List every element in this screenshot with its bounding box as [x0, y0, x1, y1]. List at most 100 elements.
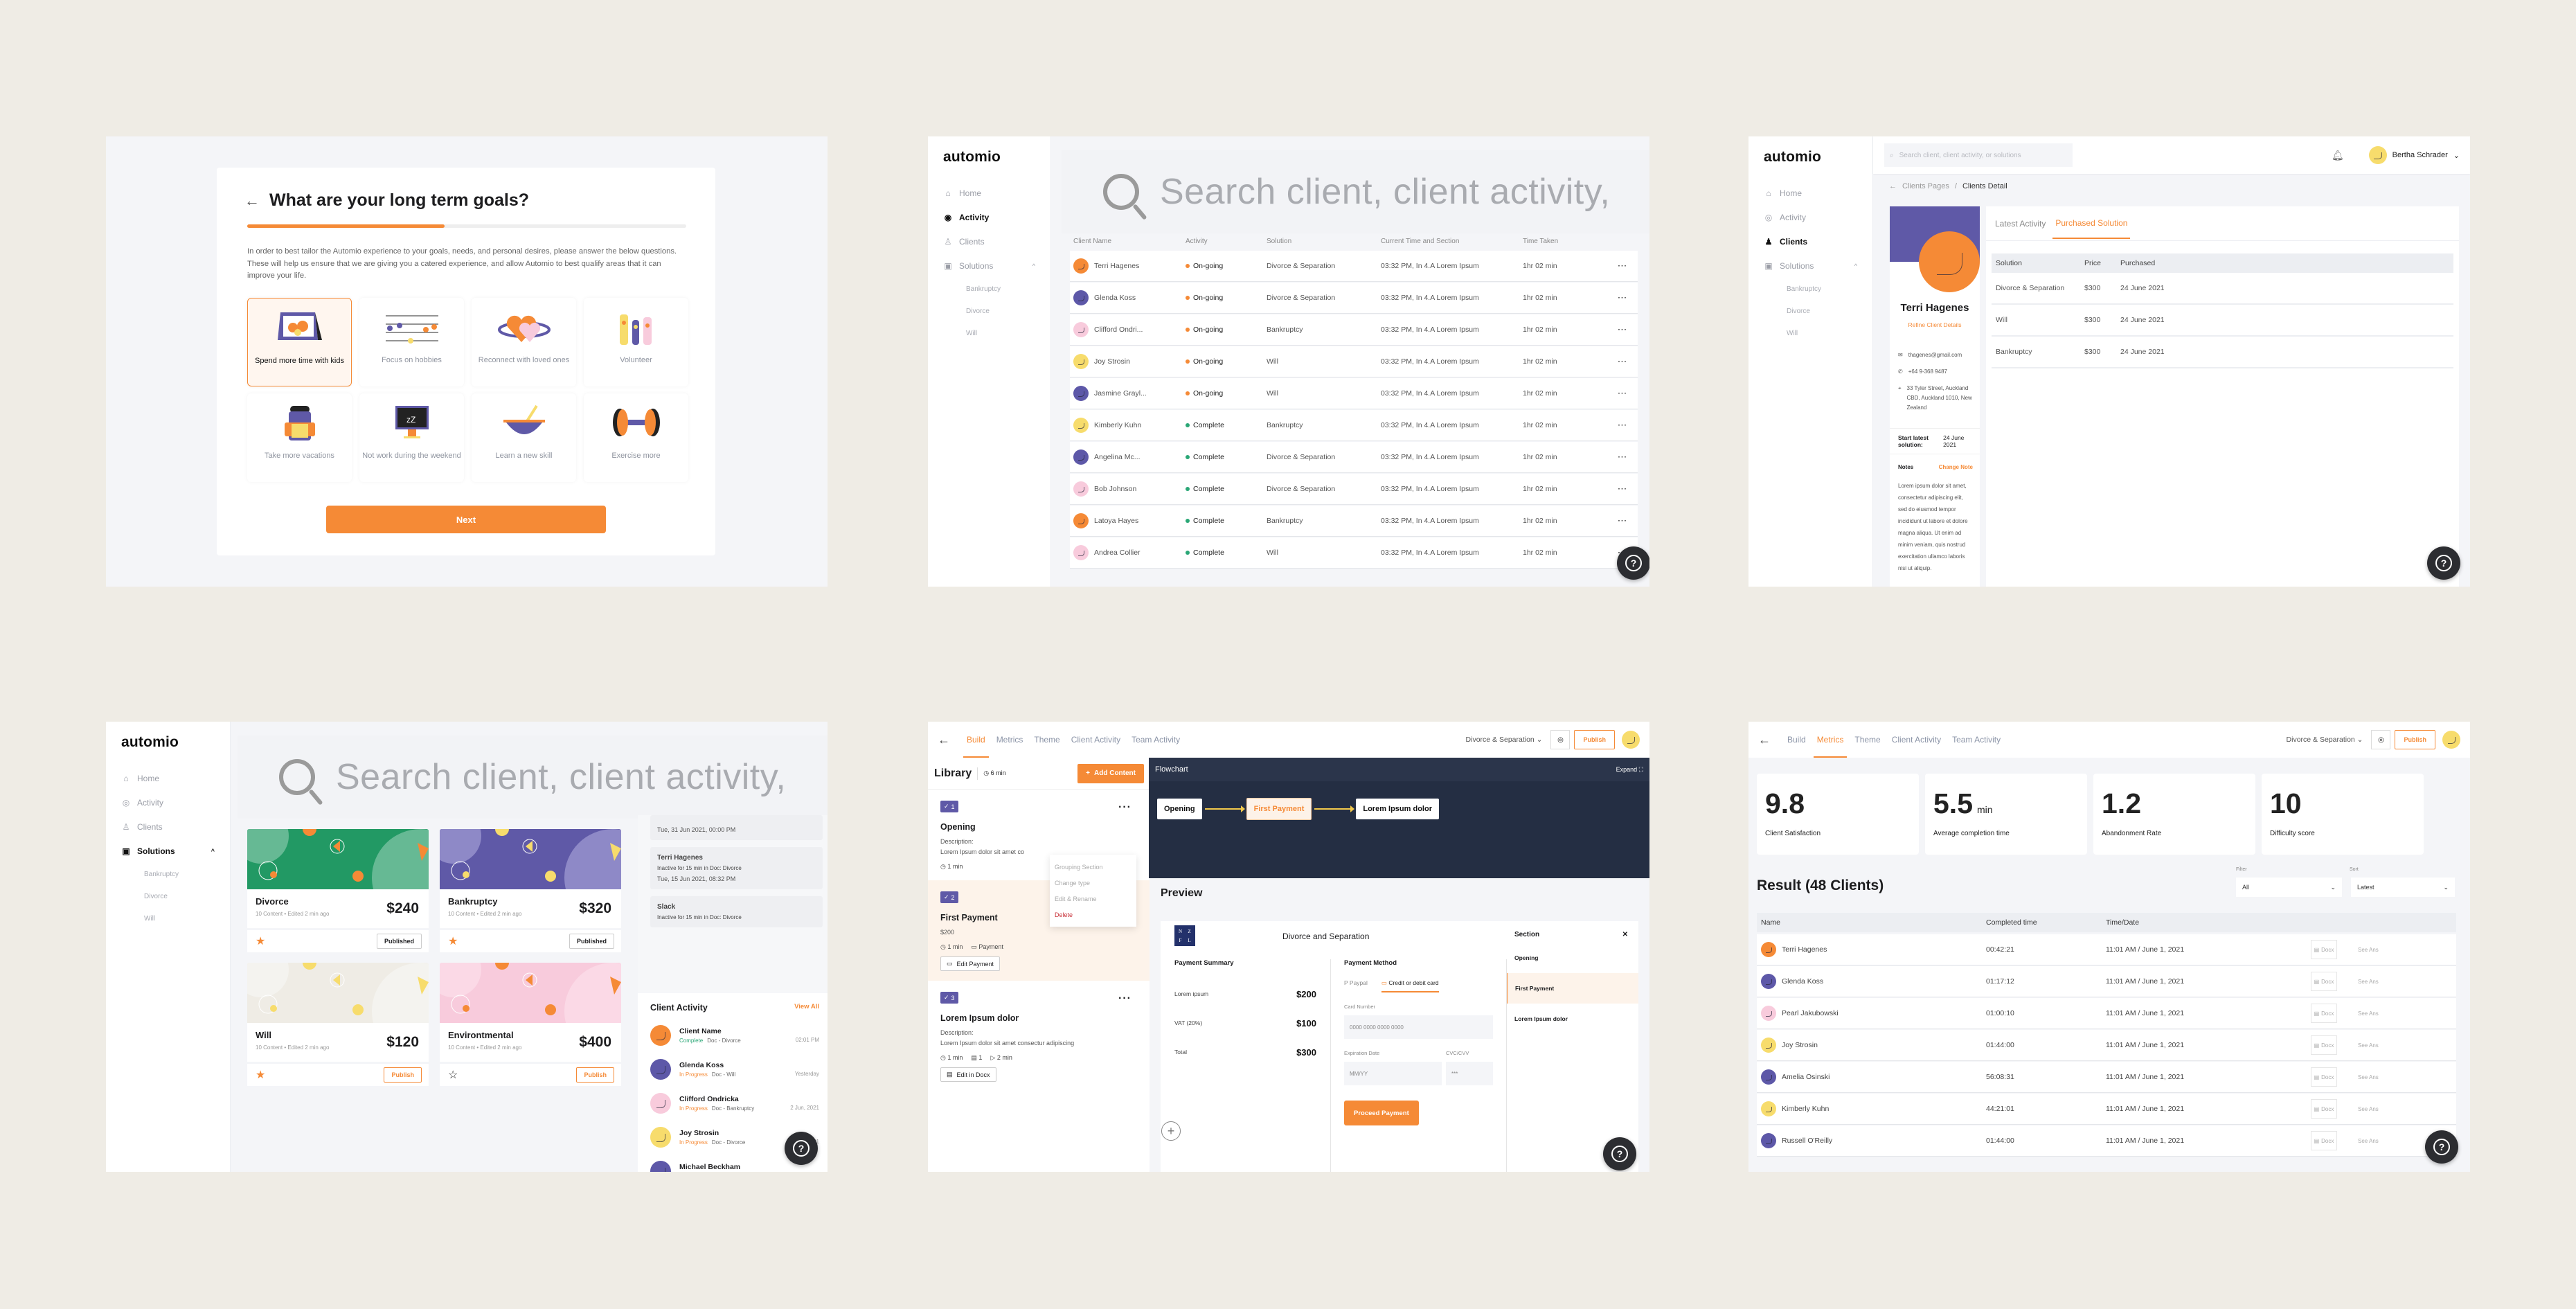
- table-row[interactable]: Terri Hagenes 00:42:21 11:01 AM / June 1, …: [1757, 934, 2456, 965]
- table-row[interactable]: Joy Strosin 01:44:00 11:01 AM / June 1, 20…: [1757, 1030, 2456, 1060]
- solution-select[interactable]: Divorce & Separation ⌄: [1466, 736, 1543, 744]
- next-button[interactable]: Next: [326, 506, 606, 533]
- goal-option[interactable]: Learn a new skill: [472, 393, 576, 482]
- more-icon[interactable]: ···: [1618, 326, 1628, 334]
- goal-option[interactable]: Take more vacations: [247, 393, 352, 482]
- feed-item[interactable]: Tue, 31 Jun 2021, 00:00 PM: [650, 815, 823, 840]
- list-item[interactable]: Glenda Koss In Progress Doc - Will Yesterda…: [638, 1052, 828, 1086]
- tab-theme[interactable]: Theme: [1854, 722, 1880, 758]
- sidebar-item-solutions[interactable]: ▣ Solutions ^: [1748, 253, 1872, 278]
- flow-node[interactable]: Lorem Ipsum dolor: [1356, 799, 1439, 819]
- expand-button[interactable]: Expand ⛶: [1616, 766, 1643, 774]
- sidebar-item-clients[interactable]: ♙ Clients: [106, 814, 230, 839]
- table-row[interactable]: Latoya Hayes Complete Bankruptcy 03:32 PM, …: [1070, 506, 1638, 536]
- see-answers-link[interactable]: See Ans: [2358, 1074, 2379, 1080]
- see-answers-link[interactable]: See Ans: [2358, 1042, 2379, 1049]
- refine-details-link[interactable]: Refine Client Details: [1890, 321, 1980, 328]
- table-row[interactable]: Kimberly Kuhn 44:21:01 11:01 AM / June 1, …: [1757, 1094, 2456, 1124]
- star-icon[interactable]: ★: [256, 1068, 265, 1082]
- goal-option[interactable]: zZ Not work during the weekend: [359, 393, 464, 482]
- sidebar-item-clients[interactable]: ♟ Clients: [1748, 229, 1872, 253]
- sidebar-sub-will[interactable]: Will: [106, 907, 230, 929]
- more-icon[interactable]: ···: [1618, 262, 1628, 270]
- add-content-button[interactable]: + Add Content: [1077, 763, 1144, 783]
- star-icon[interactable]: ☆: [448, 1068, 458, 1082]
- table-row[interactable]: Angelina Mc... Complete Divorce & Separati…: [1070, 442, 1638, 472]
- more-icon[interactable]: ···: [1618, 517, 1628, 525]
- goal-option[interactable]: Volunteer: [584, 298, 688, 386]
- avatar[interactable]: [1622, 731, 1640, 749]
- preview-eye-icon[interactable]: ◎: [1550, 730, 1571, 749]
- more-icon[interactable]: ···: [1618, 421, 1628, 429]
- sidebar-item-activity[interactable]: ◎ Activity: [1748, 205, 1872, 229]
- sidebar-item-activity[interactable]: ◎ Activity: [106, 790, 230, 814]
- back-arrow-icon[interactable]: ←: [1889, 182, 1897, 190]
- tab-build[interactable]: Build: [1787, 722, 1806, 758]
- solution-card[interactable]: Environtmental 10 Content • Edited 2 min …: [440, 963, 621, 1086]
- solution-card[interactable]: Bankruptcy 10 Content • Edited 2 min ago $…: [440, 829, 621, 952]
- publish-button[interactable]: Publish: [2395, 730, 2435, 749]
- help-button[interactable]: ?: [2427, 546, 2460, 580]
- tab-latest-activity[interactable]: Latest Activity: [1995, 219, 2046, 229]
- see-answers-link[interactable]: See Ans: [2358, 1138, 2379, 1144]
- sidebar-sub-bankruptcy[interactable]: Bankruptcy: [106, 863, 230, 885]
- menu-item-grouping[interactable]: Grouping Section: [1055, 859, 1132, 875]
- sidebar-sub-divorce[interactable]: Divorce: [928, 300, 1050, 322]
- more-icon[interactable]: ···: [1618, 485, 1628, 493]
- help-button[interactable]: ?: [1603, 1137, 1636, 1170]
- table-row[interactable]: Pearl Jakubowski 01:00:10 11:01 AM / June …: [1757, 998, 2456, 1028]
- paypal-tab[interactable]: P Paypal: [1344, 979, 1368, 992]
- menu-item-change-type[interactable]: Change type: [1055, 875, 1132, 891]
- sidebar-sub-divorce[interactable]: Divorce: [106, 885, 230, 907]
- back-arrow-icon[interactable]: ←: [938, 733, 950, 747]
- list-item[interactable]: Client Name Complete Doc - Divorce 02:01 PM: [638, 1018, 828, 1052]
- avatar[interactable]: [2442, 731, 2460, 749]
- edit-payment-button[interactable]: ▭ Edit Payment: [940, 956, 1001, 971]
- table-row[interactable]: Terri Hagenes On-going Divorce & Separatio…: [1070, 251, 1638, 281]
- menu-item-delete[interactable]: Delete: [1055, 907, 1132, 923]
- sidebar-sub-bankruptcy[interactable]: Bankruptcy: [1748, 278, 1872, 300]
- flow-node[interactable]: First Payment: [1246, 798, 1312, 820]
- star-icon[interactable]: ★: [256, 934, 265, 948]
- solution-select[interactable]: Divorce & Separation ⌄: [2287, 736, 2363, 744]
- menu-item-edit-rename[interactable]: Edit & Rename: [1055, 891, 1132, 907]
- docx-button[interactable]: ▤ Docx: [2311, 1131, 2337, 1150]
- publish-button[interactable]: Publish: [1574, 730, 1615, 749]
- publish-button[interactable]: Publish: [384, 1067, 422, 1083]
- tab-metrics[interactable]: Metrics: [1813, 722, 1847, 758]
- preview-eye-icon[interactable]: ◎: [2371, 730, 2391, 749]
- publish-button[interactable]: Publish: [576, 1067, 614, 1083]
- section-item[interactable]: First Payment: [1507, 973, 1638, 1004]
- table-row[interactable]: Bob Johnson Complete Divorce & Separation 0…: [1070, 474, 1638, 504]
- published-button[interactable]: Published: [376, 934, 422, 949]
- expiry-input[interactable]: MM/YY: [1344, 1062, 1442, 1085]
- change-note-link[interactable]: Change Note: [1939, 464, 1973, 470]
- view-all-link[interactable]: View All: [794, 1003, 819, 1013]
- tab-metrics[interactable]: Metrics: [996, 722, 1023, 758]
- docx-button[interactable]: ▤ Docx: [2311, 1099, 2337, 1119]
- table-row[interactable]: Bankruptcy $300 24 June 2021: [1992, 337, 2453, 368]
- section-item[interactable]: Lorem Ipsum dolor: [1507, 1004, 1638, 1034]
- docx-button[interactable]: ▤ Docx: [2311, 1067, 2337, 1087]
- docx-button[interactable]: ▤ Docx: [2311, 972, 2337, 991]
- docx-button[interactable]: ▤ Docx: [2311, 1004, 2337, 1023]
- sidebar-item-solutions[interactable]: ▣ Solutions ^: [106, 839, 230, 863]
- table-row[interactable]: Divorce & Separation $300 24 June 2021: [1992, 273, 2453, 305]
- filter-select[interactable]: All ⌄: [2236, 878, 2342, 897]
- sidebar-sub-will[interactable]: Will: [1748, 322, 1872, 344]
- more-icon[interactable]: ···: [1618, 389, 1628, 398]
- sidebar-sub-bankruptcy[interactable]: Bankruptcy: [928, 278, 1050, 300]
- tab-build[interactable]: Build: [963, 722, 989, 758]
- star-icon[interactable]: ★: [448, 934, 458, 948]
- user-menu[interactable]: Bertha Schrader ⌄: [2368, 146, 2460, 164]
- sidebar-item-clients[interactable]: ♙ Clients: [928, 229, 1050, 253]
- table-row[interactable]: Joy Strosin On-going Will 03:32 PM, In 4.A …: [1070, 346, 1638, 377]
- bell-icon[interactable]: 🔔︎: [2332, 150, 2344, 161]
- docx-button[interactable]: ▤ Docx: [2311, 940, 2337, 959]
- table-row[interactable]: Clifford Ondri... On-going Bankruptcy 03:32…: [1070, 314, 1638, 345]
- docx-button[interactable]: ▤ Docx: [2311, 1035, 2337, 1055]
- more-icon[interactable]: ···: [1618, 357, 1628, 366]
- tab-client-activity[interactable]: Client Activity: [1892, 722, 1941, 758]
- table-row[interactable]: Jasmine Grayl... On-going Will 03:32 PM, In…: [1070, 378, 1638, 409]
- table-row[interactable]: Will $300 24 June 2021: [1992, 305, 2453, 337]
